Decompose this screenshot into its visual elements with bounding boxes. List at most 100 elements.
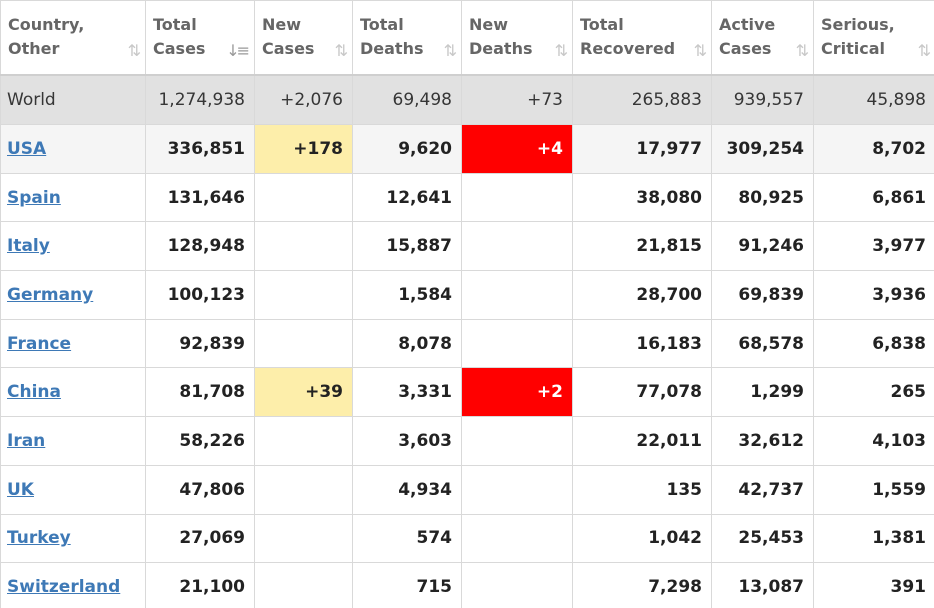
new-deaths-cell — [461, 172, 573, 223]
column-header-serious-critical[interactable]: Serious, Critical ⇅ — [813, 0, 934, 76]
country-link[interactable]: Iran — [7, 431, 45, 451]
country-link[interactable]: France — [7, 334, 71, 354]
header-label-line1: Total — [153, 15, 197, 34]
new-deaths-cell: +73 — [461, 74, 573, 125]
country-cell: Switzerland — [0, 562, 146, 608]
new-deaths-cell — [461, 270, 573, 320]
table-header: Country, Other ⇅ Total Cases ↓≡ New Cases ⇅ Total… — [0, 0, 934, 76]
total-cases-cell: 47,806 — [145, 464, 255, 515]
serious-critical-cell: 3,936 — [813, 270, 934, 320]
country-cell: Turkey — [0, 513, 146, 564]
total-cases-cell: 58,226 — [145, 416, 255, 466]
country-link[interactable]: China — [7, 382, 61, 402]
active-cases-cell: 939,557 — [711, 74, 814, 125]
table-row: Spain 131,646 12,641 38,080 80,925 6,861 — [0, 172, 934, 223]
active-cases-cell: 42,737 — [711, 464, 814, 515]
table-row: USA 336,851 +178 9,620 +4 17,977 309,254 8,702 — [0, 124, 934, 174]
total-recovered-cell: 77,078 — [572, 367, 712, 418]
total-cases-cell: 81,708 — [145, 367, 255, 418]
serious-critical-cell: 6,861 — [813, 172, 934, 223]
new-deaths-cell — [461, 416, 573, 466]
country-cell: Germany — [0, 270, 146, 320]
header-label-line1: Total — [580, 15, 624, 34]
column-header-total-recovered[interactable]: Total Recovered ⇅ — [572, 0, 712, 76]
serious-critical-cell: 265 — [813, 367, 934, 418]
country-link[interactable]: Spain — [7, 188, 61, 208]
table-row: France 92,839 8,078 16,183 68,578 6,838 — [0, 318, 934, 369]
column-header-active-cases[interactable]: Active Cases ⇅ — [711, 0, 814, 76]
new-cases-cell — [254, 464, 353, 515]
active-cases-cell: 68,578 — [711, 318, 814, 369]
header-label-line2: Deaths — [360, 39, 424, 58]
serious-critical-cell: 391 — [813, 562, 934, 608]
header-label-line2: Cases — [262, 39, 315, 58]
country-cell: France — [0, 318, 146, 369]
sort-icon[interactable]: ⇅ — [555, 39, 569, 63]
covid-stats-table: Country, Other ⇅ Total Cases ↓≡ New Cases ⇅ Total… — [0, 0, 934, 608]
total-cases-cell: 27,069 — [145, 513, 255, 564]
header-label-line1: New — [469, 15, 509, 34]
total-deaths-cell: 574 — [352, 513, 462, 564]
total-deaths-cell: 3,603 — [352, 416, 462, 466]
country-link[interactable]: Switzerland — [7, 577, 120, 597]
sort-icon[interactable]: ⇅ — [796, 39, 810, 63]
new-deaths-cell — [461, 318, 573, 369]
table-body: World 1,274,938 +2,076 69,498 +73 265,883 939,… — [0, 74, 934, 608]
header-label-line2: Critical — [821, 39, 886, 58]
new-cases-cell — [254, 513, 353, 564]
total-cases-cell: 336,851 — [145, 124, 255, 174]
total-recovered-cell: 16,183 — [572, 318, 712, 369]
header-label-line1: Serious, — [821, 15, 895, 34]
sort-icon[interactable]: ↓≡ — [226, 39, 250, 63]
total-recovered-cell: 38,080 — [572, 172, 712, 223]
table-row: UK 47,806 4,934 135 42,737 1,559 — [0, 464, 934, 515]
column-header-new-cases[interactable]: New Cases ⇅ — [254, 0, 353, 76]
sort-icon[interactable]: ⇅ — [128, 39, 142, 63]
column-header-country[interactable]: Country, Other ⇅ — [0, 0, 146, 76]
serious-critical-cell: 3,977 — [813, 221, 934, 272]
active-cases-cell: 69,839 — [711, 270, 814, 320]
serious-critical-cell: 45,898 — [813, 74, 934, 125]
column-header-total-deaths[interactable]: Total Deaths ⇅ — [352, 0, 462, 76]
total-recovered-cell: 22,011 — [572, 416, 712, 466]
column-header-new-deaths[interactable]: New Deaths ⇅ — [461, 0, 573, 76]
active-cases-cell: 32,612 — [711, 416, 814, 466]
total-recovered-cell: 1,042 — [572, 513, 712, 564]
total-cases-cell: 100,123 — [145, 270, 255, 320]
new-cases-cell — [254, 562, 353, 608]
country-link[interactable]: Turkey — [7, 528, 71, 548]
active-cases-cell: 13,087 — [711, 562, 814, 608]
new-cases-cell — [254, 270, 353, 320]
serious-critical-cell: 1,559 — [813, 464, 934, 515]
country-link[interactable]: UK — [7, 480, 34, 500]
new-cases-cell — [254, 318, 353, 369]
new-deaths-cell — [461, 464, 573, 515]
total-deaths-cell: 9,620 — [352, 124, 462, 174]
total-deaths-cell: 8,078 — [352, 318, 462, 369]
sort-icon[interactable]: ⇅ — [918, 39, 932, 63]
new-deaths-cell: +4 — [461, 124, 573, 174]
sort-icon[interactable]: ⇅ — [444, 39, 458, 63]
column-header-total-cases[interactable]: Total Cases ↓≡ — [145, 0, 255, 76]
header-label-line2: Other — [8, 39, 60, 58]
country-link[interactable]: Italy — [7, 236, 50, 256]
total-cases-cell: 92,839 — [145, 318, 255, 369]
new-deaths-cell — [461, 513, 573, 564]
total-recovered-cell: 135 — [572, 464, 712, 515]
new-cases-cell: +39 — [254, 367, 353, 418]
country-link[interactable]: USA — [7, 139, 46, 159]
country-cell: Italy — [0, 221, 146, 272]
table-row: Germany 100,123 1,584 28,700 69,839 3,936 — [0, 270, 934, 320]
header-label-line2: Deaths — [469, 39, 533, 58]
table-row: Switzerland 21,100 715 7,298 13,087 391 — [0, 562, 934, 608]
sort-icon[interactable]: ⇅ — [694, 39, 708, 63]
active-cases-cell: 1,299 — [711, 367, 814, 418]
sort-icon[interactable]: ⇅ — [335, 39, 349, 63]
new-deaths-cell — [461, 562, 573, 608]
new-deaths-cell — [461, 221, 573, 272]
country-cell: World — [0, 74, 146, 125]
table-row: Turkey 27,069 574 1,042 25,453 1,381 — [0, 513, 934, 564]
country-cell: UK — [0, 464, 146, 515]
country-link[interactable]: Germany — [7, 285, 93, 305]
total-cases-cell: 131,646 — [145, 172, 255, 223]
